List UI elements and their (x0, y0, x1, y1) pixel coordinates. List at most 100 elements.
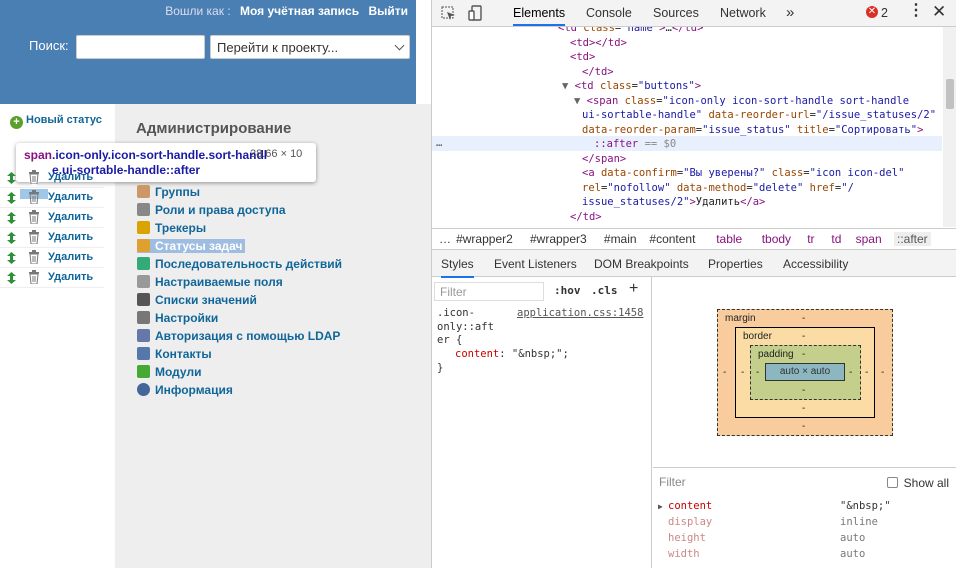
subtab-accessibility[interactable]: Accessibility (783, 257, 848, 271)
breadcrumb-item[interactable]: #wrapper3 (530, 232, 587, 246)
sidebar-item-10[interactable]: Модули (137, 365, 201, 379)
tab-elements[interactable]: Elements (513, 6, 566, 26)
expand-triangle-icon[interactable]: ▼ (562, 80, 575, 92)
trash-icon[interactable] (28, 170, 40, 185)
tab-sources[interactable]: Sources (653, 6, 699, 20)
breadcrumb-item[interactable]: #wrapper2 (456, 232, 513, 246)
computed-row[interactable]: display inline (668, 516, 878, 528)
tab-console[interactable]: Console (586, 6, 632, 20)
subtab-event-listeners[interactable]: Event Listeners (494, 257, 577, 271)
trash-icon[interactable] (28, 250, 40, 265)
subtab-styles[interactable]: Styles (441, 257, 474, 278)
sidebar-item-8[interactable]: Авторизация с помощью LDAP (137, 329, 340, 343)
breadcrumb-item[interactable]: tr (807, 232, 814, 246)
sidebar-item-2[interactable]: Трекеры (137, 221, 206, 235)
dom-line[interactable]: rel="nofollow" data-method="delete" href… (582, 181, 854, 195)
sort-handle-icon[interactable] (7, 232, 16, 244)
breadcrumb-item[interactable]: … (439, 232, 451, 246)
computed-row[interactable]: width auto (668, 548, 865, 560)
sidebar-item-0[interactable]: Группы (137, 185, 200, 199)
sort-handle-icon[interactable] (7, 252, 16, 264)
delete-link[interactable]: Удалить (48, 191, 93, 203)
dots-icon[interactable]: … (436, 136, 442, 150)
dom-scrollbar[interactable] (943, 27, 956, 227)
tab-network[interactable]: Network (720, 6, 766, 20)
breadcrumb-item[interactable]: ::after (894, 232, 931, 246)
delete-link[interactable]: Удалить (48, 211, 93, 223)
sidebar-item-4[interactable]: Последовательность действий (137, 257, 342, 271)
breadcrumb-item[interactable]: #main (604, 232, 637, 246)
dom-line[interactable]: ▼ <td class="buttons"> (562, 79, 701, 93)
hov-button[interactable]: :hov (554, 284, 581, 297)
breadcrumb-item[interactable]: #content (649, 232, 695, 246)
dom-line[interactable]: ui-sortable-handle" data-reorder-url="/i… (582, 108, 936, 122)
trash-icon[interactable] (28, 270, 40, 285)
sidebar-item-1[interactable]: Роли и права доступа (137, 203, 286, 217)
delete-link[interactable]: Удалить (48, 271, 93, 283)
dom-line[interactable]: </td> (570, 210, 602, 224)
dom-line[interactable]: <td> (570, 50, 595, 64)
sort-handle-icon[interactable] (7, 172, 16, 184)
new-rule-icon[interactable]: + (629, 280, 638, 298)
rule-selector-1[interactable]: .icon- (437, 307, 475, 321)
sidebar-item-3[interactable]: Статусы задач (137, 239, 246, 253)
sidebar-item-7[interactable]: Настройки (137, 311, 218, 325)
logout-link[interactable]: Выйти (368, 4, 408, 18)
dom-line[interactable]: ::after == $0 (594, 137, 676, 151)
device-toggle-icon[interactable] (468, 5, 484, 21)
box-content[interactable]: auto × auto (765, 363, 845, 381)
trash-icon[interactable] (28, 210, 40, 225)
dom-line[interactable]: <a data-confirm="Вы уверены?" class="ico… (582, 166, 904, 180)
computed-row[interactable]: ▶ content "&nbsp;" (658, 500, 891, 512)
breadcrumb-item[interactable]: td (831, 232, 841, 246)
dom-line[interactable]: </td> (582, 65, 614, 79)
delete-link[interactable]: Удалить (48, 171, 93, 183)
dom-line[interactable]: <td></td> (570, 36, 627, 50)
expand-triangle-icon[interactable]: ▼ (574, 95, 587, 107)
computed-row[interactable]: height auto (668, 532, 865, 544)
sidebar-item-6[interactable]: Списки значений (137, 293, 257, 307)
subtab-dom-breakpoints[interactable]: DOM Breakpoints (594, 257, 689, 271)
trash-icon[interactable] (28, 230, 40, 245)
scrollbar-thumb[interactable] (946, 79, 954, 109)
sidebar-item-9[interactable]: Контакты (137, 347, 212, 361)
more-tabs-button[interactable]: » (786, 4, 794, 21)
breadcrumb-item[interactable]: tbody (762, 232, 791, 246)
subtab-properties[interactable]: Properties (708, 257, 763, 271)
expand-triangle-icon[interactable]: ▶ (658, 502, 663, 511)
styles-filter-input[interactable]: Filter (434, 282, 544, 301)
sidebar-item-11[interactable]: Информация (137, 383, 233, 397)
sort-handle-icon[interactable] (7, 212, 16, 224)
rule-selector-3[interactable]: er { (437, 334, 462, 348)
dom-line[interactable]: </span> (582, 152, 626, 166)
dom-line[interactable]: issue_statuses/2">Удалить</a> (582, 195, 765, 209)
selected-node-row[interactable] (432, 136, 942, 151)
dom-line[interactable]: <td class="name">…</td> (558, 27, 703, 35)
show-all-checkbox[interactable]: Show all (886, 476, 949, 490)
dom-line[interactable]: ▼ <span class="icon-only icon-sort-handl… (574, 94, 909, 108)
search-input[interactable] (76, 35, 205, 59)
rule-source-link[interactable]: application.css:1458 (517, 307, 643, 319)
breadcrumb-item[interactable]: span (856, 232, 882, 246)
rule-declaration[interactable]: content: "&nbsp;"; (455, 348, 569, 362)
delete-link[interactable]: Удалить (48, 231, 93, 243)
sort-handle-icon[interactable] (7, 272, 16, 284)
sidebar-item-5[interactable]: Настраиваемые поля (137, 275, 283, 289)
computed-filter-input[interactable]: Filter (659, 475, 686, 489)
sort-handle-icon[interactable] (7, 192, 16, 204)
checkbox-icon[interactable] (886, 477, 898, 488)
delete-link[interactable]: Удалить (48, 251, 93, 263)
dom-line[interactable]: data-reorder-param="issue_status" title=… (582, 123, 923, 137)
inspect-icon[interactable] (441, 6, 457, 21)
error-icon[interactable]: ✕ (866, 6, 878, 18)
cls-button[interactable]: .cls (591, 284, 618, 297)
my-account-link[interactable]: Моя учётная запись (240, 4, 359, 18)
breadcrumb-item[interactable]: table (716, 232, 742, 246)
kebab-menu-icon[interactable]: ⋮ (908, 3, 924, 19)
error-count[interactable]: 2 (881, 6, 888, 20)
trash-icon[interactable] (28, 190, 40, 205)
new-status-link[interactable]: + Новый статус (10, 114, 102, 129)
project-jump-select[interactable]: Перейти к проекту... (210, 35, 410, 59)
rule-selector-2[interactable]: only::aft (437, 321, 494, 335)
close-icon[interactable]: ✕ (932, 2, 946, 22)
